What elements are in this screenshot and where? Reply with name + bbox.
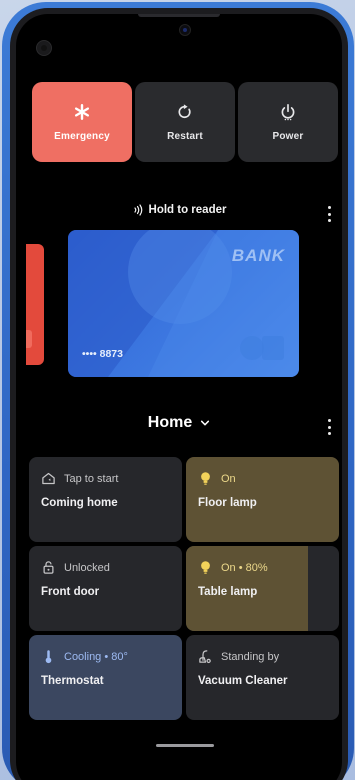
card-bank-name: BANK: [231, 246, 285, 265]
tile-name: Front door: [41, 586, 100, 598]
restart-label: Restart: [167, 130, 203, 142]
tile-name: Thermostat: [41, 675, 104, 687]
restart-button[interactable]: Restart: [135, 82, 235, 162]
tile-name: Vacuum Cleaner: [198, 675, 288, 687]
tile-status: Cooling • 80°: [64, 650, 128, 663]
vacuum-icon: [199, 650, 211, 664]
tile-status: On: [221, 472, 236, 485]
payment-card[interactable]: BANK •••• 8873: [68, 230, 299, 377]
hold-to-reader-label: Hold to reader: [148, 204, 227, 216]
tile-status: Standing by: [221, 650, 280, 663]
tile-thermostat[interactable]: Cooling • 80° Thermostat: [29, 635, 182, 720]
contactless-icon: [133, 204, 142, 216]
home-routine-icon: [42, 472, 55, 485]
home-selector[interactable]: Home: [16, 414, 342, 432]
lightbulb-icon: [201, 472, 210, 485]
unlocked-icon: [43, 561, 54, 574]
card-logo-icon: [240, 336, 284, 360]
previous-card[interactable]: [26, 244, 44, 365]
tile-status: Tap to start: [64, 472, 119, 485]
emergency-label: Emergency: [54, 130, 110, 142]
tile-name: Floor lamp: [198, 497, 257, 509]
navigation-handle[interactable]: [156, 744, 214, 747]
sensor-icon: [36, 40, 52, 56]
asterisk-icon: [74, 103, 90, 120]
power-label: Power: [272, 130, 304, 142]
speaker-slot: [138, 14, 220, 17]
tile-coming-home[interactable]: Tap to start Coming home: [29, 457, 182, 542]
tile-status: On • 80%: [221, 561, 268, 574]
home-title: Home: [147, 414, 193, 431]
tile-floor-lamp[interactable]: On Floor lamp: [186, 457, 339, 542]
screen: Emergency Restart Power Hold to reader B…: [16, 14, 342, 780]
hold-to-reader: Hold to reader: [16, 204, 342, 216]
power-icon: [281, 103, 295, 120]
emergency-button[interactable]: Emergency: [32, 82, 132, 162]
tile-front-door[interactable]: Unlocked Front door: [29, 546, 182, 631]
tile-name: Coming home: [41, 497, 118, 509]
thermometer-icon: [45, 650, 52, 664]
lightbulb-icon: [201, 561, 210, 574]
home-more-button[interactable]: [323, 419, 335, 435]
chevron-down-icon: [201, 420, 210, 426]
tile-name: Table lamp: [198, 586, 258, 598]
tile-status: Unlocked: [64, 561, 110, 574]
wallet-more-button[interactable]: [323, 206, 335, 222]
front-camera-icon: [179, 24, 191, 36]
tile-vacuum-cleaner[interactable]: Standing by Vacuum Cleaner: [186, 635, 339, 720]
restart-icon: [178, 103, 191, 118]
card-number: •••• 8873: [82, 348, 123, 360]
power-button[interactable]: Power: [238, 82, 338, 162]
tile-table-lamp[interactable]: On • 80% Table lamp: [186, 546, 339, 631]
